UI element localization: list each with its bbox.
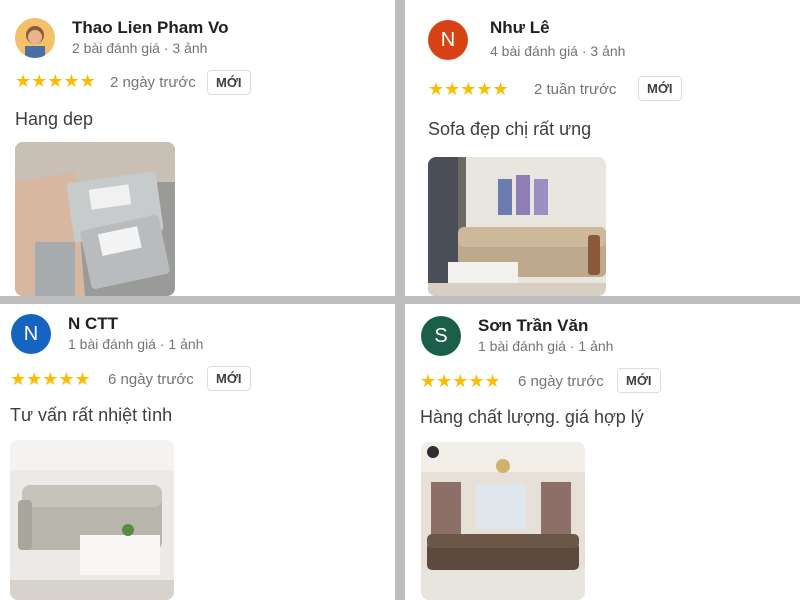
star-rating: ★★★★★ xyxy=(15,71,96,91)
star-rating: ★★★★★ xyxy=(428,79,509,99)
review-card: S Sơn Trần Văn 1 bài đánh giá · 1 ảnh ★★… xyxy=(405,304,800,600)
avatar[interactable]: N xyxy=(11,314,51,354)
review-date: 6 ngày trước xyxy=(518,373,604,390)
star-rating: ★★★★★ xyxy=(420,371,501,391)
review-text: Hàng chất lượng. giá hợp lý xyxy=(420,407,644,427)
review-card: N N CTT 1 bài đánh giá · 1 ảnh ★★★★★ 6 n… xyxy=(0,304,395,600)
review-text: Tư vấn rất nhiệt tình xyxy=(10,405,173,425)
new-badge: MỚI xyxy=(638,76,682,101)
new-badge: MỚI xyxy=(207,70,251,95)
new-badge: MỚI xyxy=(617,368,661,393)
fabric-swatch-photo[interactable] xyxy=(15,142,175,296)
reviewer-meta: 1 bài đánh giá · 1 ảnh xyxy=(68,336,204,352)
living-room-sofa-photo[interactable] xyxy=(428,157,606,296)
avatar[interactable] xyxy=(15,18,55,58)
reviewer-name[interactable]: N CTT xyxy=(68,314,118,334)
leather-sectional-photo[interactable] xyxy=(421,442,585,600)
star-rating: ★★★★★ xyxy=(10,369,91,389)
reviewer-meta: 2 bài đánh giá · 3 ảnh xyxy=(72,40,208,56)
new-badge: MỚI xyxy=(207,366,251,391)
review-date: 6 ngày trước xyxy=(108,371,194,388)
reviewer-name[interactable]: Thao Lien Pham Vo xyxy=(72,18,228,38)
reviewer-name[interactable]: Sơn Trần Văn xyxy=(478,316,588,336)
grey-sofa-photo[interactable] xyxy=(10,440,174,600)
review-card: N Như Lê 4 bài đánh giá · 3 ảnh ★★★★★ 2 … xyxy=(405,0,800,296)
reviewer-meta: 1 bài đánh giá · 1 ảnh xyxy=(478,338,614,354)
review-date: 2 tuần trước xyxy=(534,81,617,98)
reviewer-name[interactable]: Như Lê xyxy=(490,18,550,38)
review-text: Hang dep xyxy=(15,109,94,129)
reviewer-meta: 4 bài đánh giá · 3 ảnh xyxy=(490,43,626,59)
review-card: Thao Lien Pham Vo 2 bài đánh giá · 3 ảnh… xyxy=(0,0,395,296)
review-text: Sofa đẹp chị rất ưng xyxy=(428,119,592,139)
avatar[interactable]: S xyxy=(421,316,461,356)
review-date: 2 ngày trước xyxy=(110,74,196,91)
avatar[interactable]: N xyxy=(428,20,468,60)
